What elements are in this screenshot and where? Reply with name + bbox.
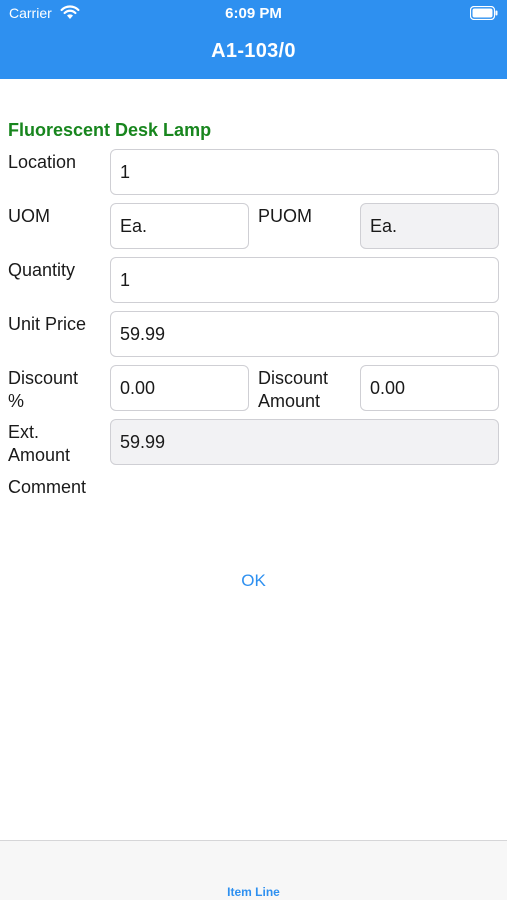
ext-amount-label-line1: Ext.	[8, 422, 40, 442]
location-field[interactable]: 1	[110, 149, 499, 195]
ext-amount-label: Ext. Amount	[8, 421, 70, 467]
ext-amount-field: 59.99	[110, 419, 499, 465]
discount-percent-label-line2: %	[8, 391, 25, 411]
discount-amount-label: Discount Amount	[258, 367, 328, 413]
battery-icon	[469, 5, 498, 21]
status-bar: Carrier 6:09 PM	[0, 0, 507, 28]
discount-amount-label-line1: Discount	[258, 368, 329, 388]
ext-amount-label-line2: Amount	[8, 445, 71, 465]
unit-price-field[interactable]: 59.99	[110, 311, 499, 357]
puom-field: Ea.	[360, 203, 499, 249]
quantity-field[interactable]: 1	[110, 257, 499, 303]
discount-percent-label-line1: Discount	[8, 368, 79, 388]
uom-field[interactable]: Ea.	[110, 203, 249, 249]
page-title: A1-103/0	[211, 40, 296, 62]
item-name: Fluorescent Desk Lamp	[8, 120, 212, 140]
discount-percent-label: Discount %	[8, 367, 78, 413]
ok-button[interactable]: OK	[0, 571, 507, 591]
tab-item-line[interactable]: Item Line	[0, 885, 507, 899]
comment-label: Comment	[8, 477, 87, 497]
tab-bar: Item Line	[0, 840, 507, 900]
location-label: Location	[8, 152, 77, 172]
discount-percent-field[interactable]: 0.00	[110, 365, 249, 411]
unit-price-label: Unit Price	[8, 314, 87, 334]
quantity-label: Quantity	[8, 260, 76, 280]
puom-label: PUOM	[258, 206, 312, 226]
discount-amount-label-line2: Amount	[258, 391, 321, 411]
status-time: 6:09 PM	[225, 5, 282, 22]
uom-label: UOM	[8, 206, 50, 226]
navigation-header: Carrier 6:09 PM A1-103/0	[0, 0, 507, 79]
discount-amount-field[interactable]: 0.00	[360, 365, 499, 411]
